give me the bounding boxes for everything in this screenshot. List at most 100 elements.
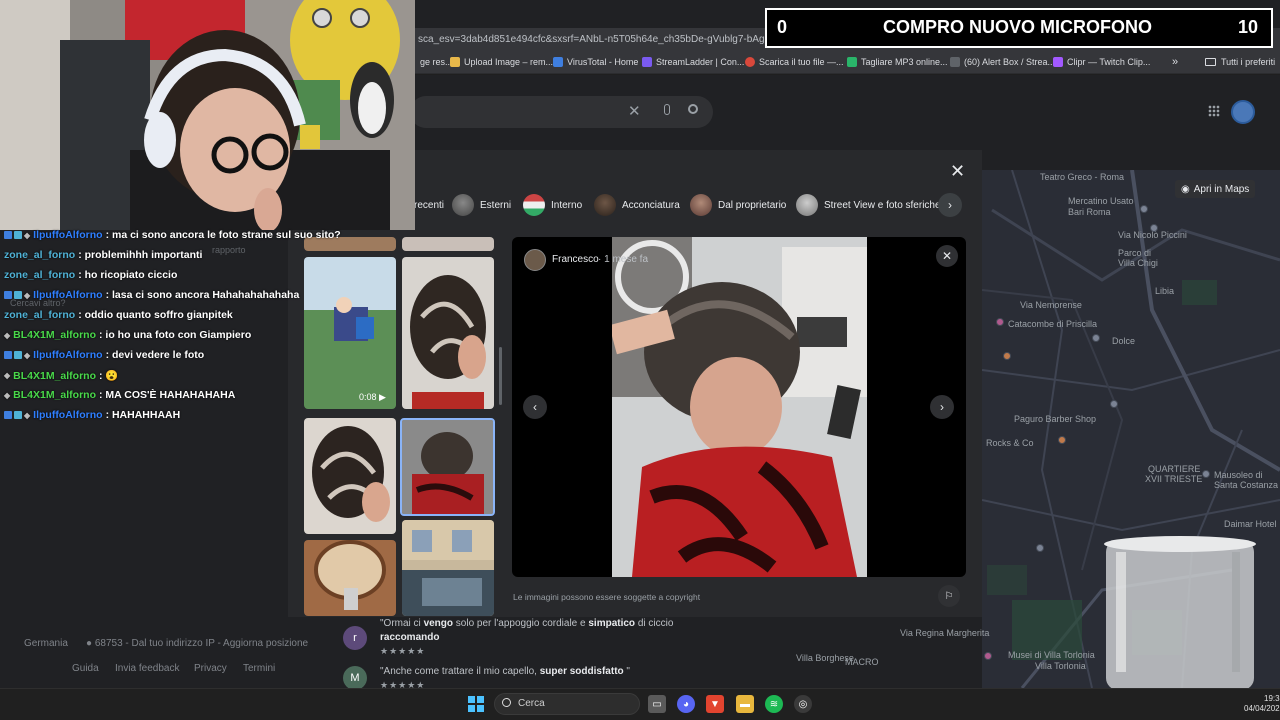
map-pin[interactable] [1110,400,1118,408]
map-label: Mausoleo di [1214,470,1263,480]
chat-message: ◆ IlpuffoAlforno: HAHAHHAAH [4,409,180,421]
map-pin[interactable] [1003,352,1011,360]
footer-link[interactable]: Termini [243,663,275,674]
map-pin[interactable] [1058,436,1066,444]
chip-interior[interactable]: Interno [523,193,582,217]
map-label: QUARTIERE [1148,464,1201,474]
haircut-main-photo [612,237,867,577]
haircut-photo [410,275,486,409]
clear-search-icon[interactable]: ✕ [628,102,641,120]
map-label: Bari Roma [1068,207,1111,217]
bookmark-item[interactable]: Scarica il tuo file —... [745,57,844,67]
spotify-icon[interactable]: ≋ [765,695,783,713]
map-pin[interactable] [1202,470,1210,478]
author-avatar[interactable] [524,249,546,271]
goal-title: COMPRO NUOVO MICROFONO [883,17,1152,37]
obs-icon[interactable]: ◎ [794,695,812,713]
photo-tile[interactable] [304,540,396,616]
shop-exterior-photo [402,520,494,616]
video-thumbnail [334,297,374,341]
profile-avatar[interactable] [1231,100,1255,124]
task-view-icon[interactable]: ▭ [648,695,666,713]
photo-tile[interactable] [304,418,396,534]
all-bookmarks-button[interactable]: Tutti i preferiti [1205,57,1275,67]
map-pin[interactable] [1150,224,1158,232]
brave-browser-icon[interactable]: ▼ [706,695,724,713]
chat-message: zone_al_forno: ho ricopiato ciccio [4,269,178,281]
chip-hairstyle[interactable]: Acconciatura [594,193,680,217]
footer-link[interactable]: Guida [72,663,99,674]
chat-message: zone_al_forno: problemihhh importanti [4,249,203,261]
bookmark-favicon-icon [642,57,652,67]
map-label: Daimar Hotel [1224,519,1277,529]
windows-start-icon[interactable] [468,696,484,712]
close-viewer-icon[interactable]: ✕ [936,245,958,267]
bookmark-item[interactable]: Clipr — Twitch Clip... [1053,57,1150,67]
discord-icon[interactable]: ◕ [677,695,695,713]
video-tile[interactable] [304,257,396,409]
bookmark-item[interactable]: Upload Image – rem... [450,57,553,67]
windows-taskbar [0,688,1280,720]
bookmarks-overflow-button[interactable]: » [1172,56,1178,68]
chip-recent[interactable]: recenti [414,193,444,217]
map-label: Dolce [1112,336,1136,346]
chip-exterior[interactable]: Esterni [452,193,511,217]
apps-grid-icon[interactable] [1208,105,1220,117]
chips-next-chevron-icon[interactable]: › [938,193,962,217]
webcam-feed [0,0,415,230]
footer-country: Germania [24,638,68,649]
chat-message: ◆ BL4X1M_alforno: MA COS'È HAHAHAHAHA [4,389,236,401]
map-pin[interactable] [996,318,1004,326]
close-modal-icon[interactable]: ✕ [950,161,965,182]
footer-link[interactable]: Privacy [194,663,227,674]
chat-message: ◆ IlpuffoAlforno: ma ci sono ancora le fo… [4,229,341,241]
bookmark-favicon-icon [1053,57,1063,67]
author-name[interactable]: Francesco [552,254,599,265]
bookmark-item[interactable]: Tagliare MP3 online... [847,57,948,67]
map-pin[interactable] [1140,205,1148,213]
map-label: Via Regina Margherita [900,628,990,638]
photo-tile[interactable] [402,257,494,409]
file-explorer-icon[interactable]: ▬ [736,695,754,713]
bookmark-item[interactable]: (60) Alert Box / Strea... [950,57,1055,67]
review-text: raccomando [380,632,440,643]
map-pin[interactable] [1036,544,1044,552]
chip-thumbnail [690,194,712,216]
next-photo-chevron-icon[interactable]: › [930,395,954,419]
system-clock[interactable]: 19:3804/04/2026 [1244,694,1280,714]
bookmark-favicon-icon [745,57,755,67]
map-label: Rocks & Co [986,438,1034,448]
map-label: Catacombe di Priscilla [1008,319,1098,329]
chat-message: ◆ IlpuffoAlforno: devi vedere le foto [4,349,204,361]
search-icon[interactable] [688,104,698,114]
open-in-maps-button[interactable]: ◉ Apri in Maps [1175,180,1256,198]
glass-overlay [1100,532,1260,692]
bookmark-favicon-icon [847,57,857,67]
chip-owner[interactable]: Dal proprietario [690,193,786,217]
bookmark-item[interactable]: StreamLadder | Con... [642,57,744,67]
photo-tile[interactable] [402,520,494,616]
report-flag-icon[interactable]: ⚐ [938,585,960,607]
map-pin[interactable] [984,652,992,660]
bookmark-item[interactable]: ge res... [420,57,453,67]
folder-icon [1205,58,1216,66]
microphone-icon[interactable] [664,104,670,115]
map-label: Parco di [1118,248,1152,258]
chip-street-view[interactable]: Street View e foto sferiche [796,193,941,217]
map-pin[interactable] [1092,334,1100,342]
bookmark-favicon-icon [950,57,960,67]
map-label: Paguro Barber Shop [1014,414,1097,424]
footer-location[interactable]: ● 68753 - Dal tuo indirizzo IP - Aggiorn… [86,638,308,649]
footer-link[interactable]: Invia feedback [115,663,180,674]
review-text: "Ormai ci vengo solo per l'appoggio cord… [380,618,674,629]
taskbar-search-input[interactable] [494,693,640,715]
gallery-scrollbar[interactable] [499,347,502,405]
chat-message: ◆ BL4X1M_alforno: io ho una foto con Giam… [4,329,252,341]
chat-message: ◆ IlpuffoAlforno: lasa ci sono ancora Hah… [4,289,299,301]
chip-thumbnail [452,194,474,216]
photo-tile-selected[interactable] [400,418,495,516]
map-pin-icon: ◉ [1181,183,1190,195]
bookmark-item[interactable]: VirusTotal - Home [553,57,638,67]
photo-tile[interactable] [402,237,494,251]
previous-photo-chevron-icon[interactable]: ‹ [523,395,547,419]
